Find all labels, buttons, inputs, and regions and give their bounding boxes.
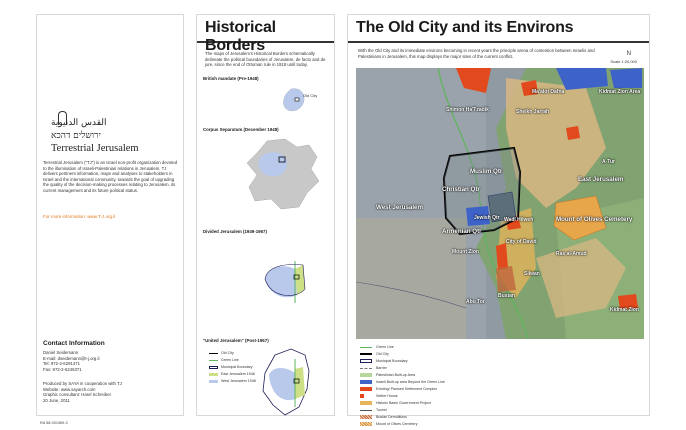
legend-item: East Jerusalem 1948 (209, 372, 255, 376)
map-label: Sheikh Jarrah (516, 109, 550, 115)
legend-item: Barrier (360, 365, 387, 371)
legend-item: Bustan Demolitions (360, 414, 407, 420)
map-label: Ras al-Amud (556, 251, 587, 257)
map-label: Shimon Ha'Tzadik (446, 107, 489, 113)
legend-item: Old City (360, 351, 389, 357)
map-label: City of David (506, 239, 537, 245)
map-label: Abu Tor (466, 299, 485, 305)
legend-swatch (209, 379, 218, 383)
logo-arabic-text: القدس الدنيوية (51, 118, 107, 128)
british-mandate-map (283, 88, 305, 112)
map-label: Ma'alot Dafna (532, 89, 565, 95)
contact-line: Fax: 972-2-6246371 (43, 366, 82, 372)
legend-swatch (360, 401, 372, 405)
legend-swatch (360, 373, 372, 377)
legend-swatch (360, 367, 372, 369)
legend-swatch (209, 359, 218, 361)
legend-item: Tunnel (360, 407, 387, 413)
map-label: Kidmat Zion Area (599, 89, 641, 95)
legend-item: Existing/ Planned Settlement Complex (360, 386, 437, 392)
legend-item: Palestinian Built-up Area (360, 372, 415, 378)
legend-item: Green Line (360, 344, 394, 350)
legend-swatch (209, 365, 218, 369)
more-info-link[interactable]: For more information: www.T-J.org.il (43, 214, 115, 219)
map-scale: Scale 1:20,000 (610, 59, 637, 64)
north-arrow-icon: N (626, 51, 631, 57)
legend-item: West Jerusalem 1948 (209, 379, 256, 383)
legend-swatch (360, 387, 372, 391)
panel-header: Historical Borders (197, 15, 334, 54)
organization-panel: القدس الدنيوية ירושלים דהכא Terrestrial … (36, 14, 184, 416)
historical-borders-panel: Historical Borders The maps of Jerusalem… (196, 14, 335, 416)
map-label: Mount Zion (452, 249, 479, 255)
corpus-separatum-map (246, 138, 320, 210)
legend-swatch (209, 372, 218, 376)
legend-swatch (360, 409, 372, 411)
section-united-jerusalem: "United Jerusalem" (Post-1967) (203, 338, 269, 343)
legend-swatch (360, 422, 372, 426)
legend-swatch (360, 394, 364, 398)
old-city-title: The Old City and its Environs (356, 19, 574, 36)
divided-jerusalem-map (264, 261, 306, 303)
legend-swatch (360, 380, 372, 384)
map-label: Silwan (524, 271, 540, 277)
legend-item: Green Line (209, 358, 239, 362)
map-label: Armenian Qtr (442, 228, 482, 235)
credit-line: 20 June, 2011 (43, 397, 70, 403)
legend-item: Municipal Boundary (209, 365, 253, 369)
logo-english-text: Terrestrial Jerusalem (51, 143, 139, 154)
map-label: Christian Qtr (442, 186, 480, 193)
map-label: Kidmat Zion (610, 307, 639, 313)
map-label: A-Tur (602, 159, 615, 165)
old-city-map[interactable]: Ma'alot Dafna Kidmat Zion Area Sheikh Ja… (356, 68, 644, 339)
legend-swatch (360, 353, 372, 355)
map-label: West Jerusalem (376, 204, 424, 211)
reference-code: RA 58-001969-3 (40, 421, 68, 425)
map-label: Bustan (498, 293, 515, 299)
panel-header: The Old City and its Environs (348, 15, 649, 43)
legend-item: Old City (209, 351, 234, 355)
map-label: Mount of Olives Cemetery (556, 216, 633, 223)
legend-item: Israeli Built-up area Beyond the Green L… (360, 379, 445, 385)
legend-item: Mount of Olives Cemetery (360, 421, 418, 427)
united-jerusalem-map (262, 348, 310, 416)
old-city-note: Old City (303, 93, 318, 98)
logo-hebrew-text: ירושלים דהכא (51, 131, 101, 141)
legend-item: Historic Basin Government Project (360, 400, 431, 406)
old-city-intro: With the Old City and its immediate envi… (358, 48, 595, 59)
map-label: Muslim Qtr (470, 168, 503, 175)
map-label: Wadi Hilweh (504, 217, 534, 223)
legend-swatch (360, 415, 372, 419)
contact-details: Daniel Seidemann E-mail: dseidemann@t-j.… (43, 350, 178, 372)
legend-swatch (360, 359, 372, 363)
legend-item: Settler House (360, 393, 398, 399)
section-corpus-separatum: Corpus Separatum (December 1948) (203, 127, 279, 132)
organization-description: Terrestrial Jerusalem ("TJ") is an Israe… (43, 160, 178, 193)
section-divided-jerusalem: Divided Jerusalem (1949-1967) (203, 229, 267, 234)
historical-borders-title: Historical Borders (205, 19, 276, 54)
map-label: East Jerusalem (578, 176, 624, 183)
legend-swatch (209, 352, 218, 354)
legend-item: Municipal Boundary (360, 358, 408, 364)
old-city-map-panel: The Old City and its Environs With the O… (347, 14, 650, 426)
historical-borders-intro: The maps of Jerusalem's Historical Borde… (205, 51, 326, 68)
map-label: Jewish Qtr (474, 215, 500, 221)
section-british-mandate: British mandate (Pre-1948) (203, 76, 259, 81)
production-credits: Produced by SAYA in cooperation with TJ … (43, 381, 178, 403)
legend-swatch (360, 346, 372, 348)
contact-heading: Contact Information (43, 340, 105, 347)
